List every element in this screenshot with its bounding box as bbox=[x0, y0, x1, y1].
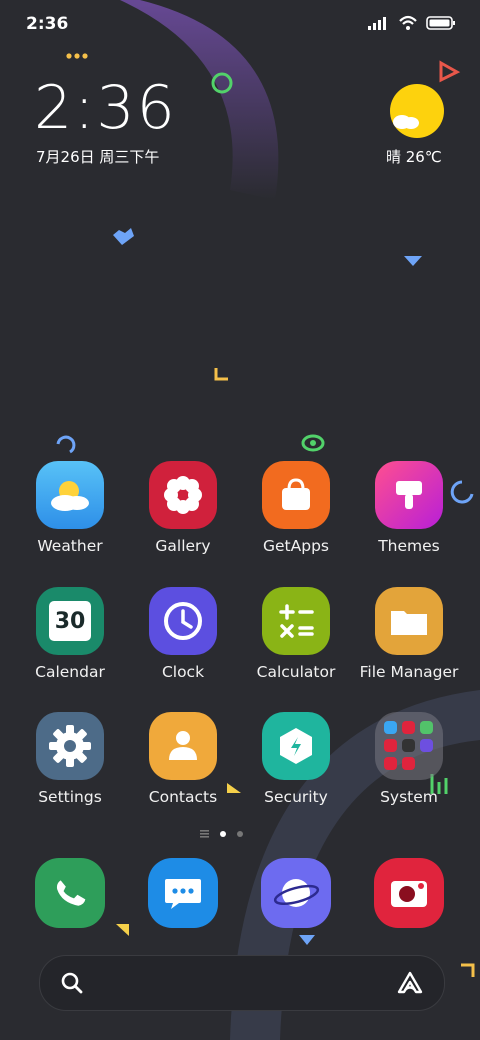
weather-condition: 晴 26℃ bbox=[386, 148, 442, 166]
cloud-icon bbox=[393, 115, 419, 129]
camera-icon bbox=[374, 858, 444, 928]
app-label: Themes bbox=[378, 537, 440, 555]
clock-widget-time[interactable]: 2:36 bbox=[34, 76, 177, 140]
app-weather[interactable]: Weather bbox=[14, 461, 126, 555]
app-themes[interactable]: Themes bbox=[353, 461, 465, 555]
calculator-icon bbox=[262, 587, 330, 655]
weather-icon bbox=[36, 461, 104, 529]
clock-widget-date: 7月26日 周三下午 bbox=[36, 148, 160, 166]
system-folder-icon bbox=[375, 712, 443, 780]
wifi-icon bbox=[399, 15, 417, 30]
dock-camera[interactable] bbox=[353, 858, 465, 928]
page-indicator[interactable] bbox=[200, 830, 243, 838]
page-dot-1[interactable] bbox=[220, 831, 226, 837]
themes-icon bbox=[375, 461, 443, 529]
calendar-icon: 30 bbox=[36, 587, 104, 655]
app-label: Weather bbox=[37, 537, 103, 555]
app-settings[interactable]: Settings bbox=[14, 712, 126, 806]
blue-arc-shape bbox=[56, 435, 76, 454]
folder-icon bbox=[375, 587, 443, 655]
app-getapps[interactable]: GetApps bbox=[240, 461, 352, 555]
app-label: Settings bbox=[38, 788, 102, 806]
app-label: Clock bbox=[161, 663, 205, 681]
search-bar[interactable] bbox=[39, 955, 445, 1011]
getapps-icon bbox=[262, 461, 330, 529]
dock-browser[interactable] bbox=[240, 858, 352, 928]
app-security[interactable]: Security bbox=[240, 712, 352, 806]
messaging-icon bbox=[148, 858, 218, 928]
app-calendar[interactable]: 30 Calendar bbox=[14, 587, 126, 681]
assistant-icon[interactable] bbox=[396, 970, 424, 996]
dock-phone[interactable] bbox=[14, 858, 126, 928]
app-file-manager[interactable]: File Manager bbox=[353, 587, 465, 681]
contacts-icon bbox=[149, 712, 217, 780]
app-label: Security bbox=[264, 788, 328, 806]
app-contacts[interactable]: Contacts bbox=[127, 712, 239, 806]
yellow-corner-shape bbox=[214, 368, 228, 381]
blue-heart-shape bbox=[113, 228, 134, 245]
dock-messaging[interactable] bbox=[127, 858, 239, 928]
gallery-icon bbox=[149, 461, 217, 529]
app-label: System bbox=[380, 788, 438, 806]
red-triangle-shape bbox=[439, 60, 461, 83]
signal-icon bbox=[368, 17, 386, 30]
green-eye-dot bbox=[310, 440, 316, 446]
calendar-day: 30 bbox=[49, 601, 91, 641]
page-dot-2[interactable] bbox=[237, 831, 243, 837]
app-gallery[interactable]: Gallery bbox=[127, 461, 239, 555]
blue-gem-shape bbox=[404, 256, 422, 266]
app-label: Gallery bbox=[155, 537, 211, 555]
app-label: Contacts bbox=[148, 788, 218, 806]
app-calculator[interactable]: Calculator bbox=[240, 587, 352, 681]
yellow-corner-shape-2 bbox=[461, 963, 475, 977]
list-pages-icon bbox=[200, 830, 209, 838]
status-icons bbox=[368, 15, 456, 31]
battery-icon bbox=[426, 16, 455, 30]
settings-icon bbox=[36, 712, 104, 780]
phone-icon bbox=[35, 858, 105, 928]
status-time: 2:36 bbox=[26, 14, 69, 34]
security-icon bbox=[262, 712, 330, 780]
app-label: Calendar bbox=[35, 663, 105, 681]
app-folder-system[interactable]: System bbox=[353, 712, 465, 806]
search-icon bbox=[61, 972, 83, 994]
app-clock[interactable]: Clock bbox=[127, 587, 239, 681]
blue-gem-shape-2 bbox=[299, 935, 315, 945]
widget-menu-icon[interactable] bbox=[66, 52, 90, 60]
clock-icon bbox=[149, 587, 217, 655]
browser-icon bbox=[261, 858, 331, 928]
app-label: GetApps bbox=[263, 537, 329, 555]
app-label: File Manager bbox=[359, 663, 459, 681]
app-label: Calculator bbox=[256, 663, 336, 681]
